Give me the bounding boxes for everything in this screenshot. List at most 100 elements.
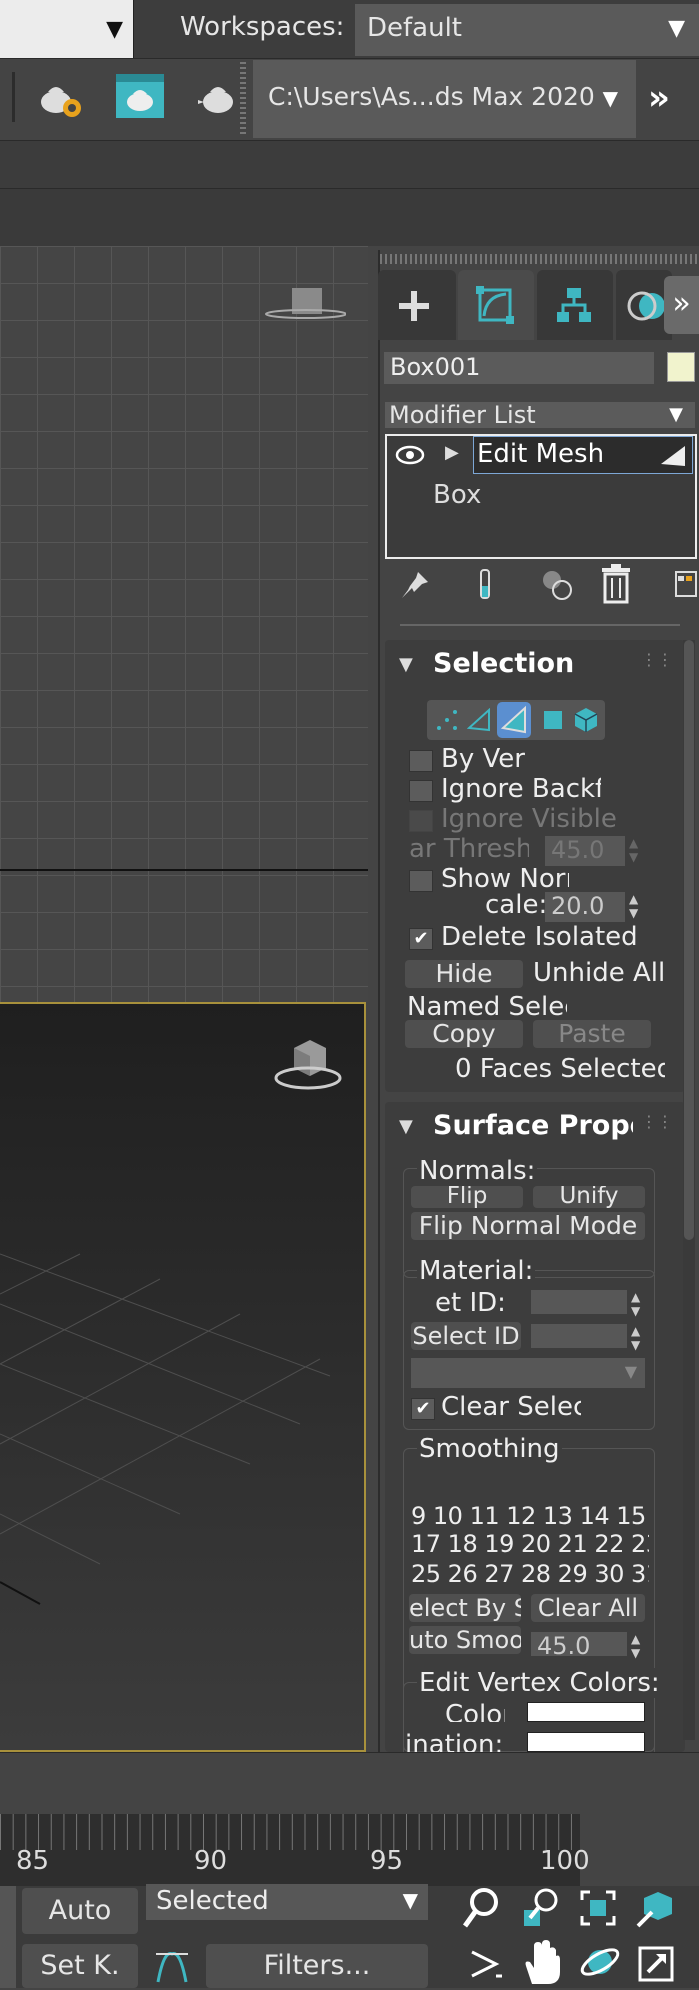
maximize-viewport-icon[interactable] [636, 1944, 676, 1984]
zoom-all-icon[interactable] [522, 1886, 562, 1930]
unhide-all-button[interactable]: Unhide All [533, 958, 683, 988]
spinner-arrows-icon[interactable]: ▲ ▼ [631, 1290, 640, 1318]
pin-stack-icon[interactable] [400, 570, 430, 600]
left-dropdown[interactable]: ▼ [0, 0, 134, 58]
grip-icon[interactable]: ⋮⋮ [641, 650, 673, 669]
workspaces-label: Workspaces: [180, 12, 345, 42]
chevron-down-icon: ▼ [624, 1362, 637, 1381]
element-icon[interactable] [573, 706, 599, 734]
surface-properties-rollout: ▼ Surface Proper ⋮⋮ Normals: Flip Unify … [385, 1102, 685, 1758]
by-vertex-label: By Ver [441, 744, 525, 774]
toolbar-separator [12, 72, 15, 122]
toolbar-grip[interactable] [240, 62, 246, 136]
material-name-dropdown[interactable]: ▼ [411, 1358, 645, 1388]
edge-icon[interactable] [466, 707, 491, 732]
expand-arrow-icon[interactable]: ▶ [445, 442, 459, 463]
smoothing-label: Smoothing [417, 1434, 562, 1464]
render-production-icon[interactable] [196, 76, 236, 122]
dropdown-arrow-icon: ▼ [106, 17, 123, 42]
viewport-perspective[interactable] [0, 1002, 366, 1752]
toolbar-overflow-button[interactable]: » [648, 78, 670, 118]
trash-icon[interactable] [600, 564, 632, 604]
tab-create[interactable] [378, 270, 456, 340]
spinner-arrows-icon[interactable]: ▲ ▼ [629, 892, 638, 920]
scrollbar-thumb[interactable] [684, 640, 694, 1240]
ignore-backfacing-checkbox[interactable] [409, 780, 433, 802]
selection-status: 0 Faces Selected [455, 1054, 665, 1080]
tab-hierarchy[interactable] [537, 270, 613, 340]
copy-button[interactable]: Copy [405, 1020, 523, 1048]
workspace-value: Default [367, 13, 462, 43]
make-unique-icon[interactable] [540, 568, 574, 602]
key-filter-select[interactable]: Selected ▼ [146, 1884, 428, 1920]
rollout-title[interactable]: Selection [433, 648, 574, 679]
key-filters-curve-icon[interactable] [154, 1946, 190, 1984]
rollout-collapse-icon[interactable]: ▼ [399, 654, 413, 675]
stack-item-edit-mesh[interactable]: ▶ Edit Mesh [387, 436, 695, 474]
field-of-view-icon[interactable] [468, 1944, 504, 1984]
grip-icon[interactable]: ⋮⋮ [641, 1112, 673, 1131]
vertex-color-swatch[interactable] [527, 1702, 645, 1722]
face-icon[interactable] [497, 702, 531, 738]
viewcube-icon[interactable] [262, 286, 347, 320]
tab-modify[interactable] [458, 270, 534, 340]
flip-normal-mode-button[interactable]: Flip Normal Mode [411, 1212, 645, 1240]
orbit-icon[interactable] [578, 1940, 622, 1984]
zoom-icon[interactable] [462, 1886, 502, 1930]
filters-button[interactable]: Filters... [206, 1944, 428, 1988]
smoothing-row[interactable]: 9 10 11 12 13 14 15 16 [411, 1502, 649, 1530]
unify-button[interactable]: Unify [533, 1186, 645, 1208]
rendered-frame-window-icon[interactable] [114, 70, 166, 122]
workspace-select[interactable]: Default ▼ [355, 4, 699, 56]
show-end-result-icon[interactable] [475, 568, 495, 602]
timeline-ticks [0, 1814, 580, 1850]
illumination-color-swatch[interactable] [527, 1732, 645, 1752]
tabs-overflow-button[interactable]: » [664, 276, 699, 334]
scale-spinner[interactable]: 20.0 [545, 892, 625, 922]
smoothing-row[interactable]: 17 18 19 20 21 22 23 24 [411, 1530, 649, 1558]
rollout-title[interactable]: Surface Proper [433, 1110, 633, 1141]
flip-button[interactable]: Flip [411, 1186, 523, 1208]
pan-hand-icon[interactable] [520, 1938, 564, 1986]
project-path-select[interactable]: C:\Users\As...ds Max 2020 ▼ [253, 60, 636, 138]
timeline-tick-label: 100 [540, 1846, 590, 1876]
spinner-arrows-icon[interactable]: ▲ ▼ [631, 1324, 640, 1352]
spinner-arrows-icon[interactable]: ▲ ▼ [631, 1632, 640, 1660]
eye-icon[interactable] [395, 444, 425, 466]
object-name-field[interactable]: Box001 [384, 352, 654, 384]
viewcube-icon[interactable] [270, 1034, 344, 1096]
chevron-down-icon: ▼ [602, 86, 618, 110]
panel-grip[interactable] [380, 254, 698, 264]
modifier-list-dropdown[interactable]: Modifier List ▼ [385, 402, 695, 428]
ignore-backfacing-label: Ignore Backfa [441, 774, 601, 804]
viewport-front[interactable] [0, 246, 368, 1002]
select-by-sg-button[interactable]: elect By S [409, 1594, 521, 1622]
key-filter-value: Selected [156, 1886, 269, 1916]
object-color-swatch[interactable] [667, 352, 695, 382]
clear-selection-checkbox[interactable]: ✔ [411, 1398, 435, 1420]
select-id-spinner[interactable] [531, 1324, 627, 1348]
smoothing-row[interactable]: 25 26 27 28 29 30 31 32 [411, 1560, 649, 1588]
auto-smooth-button[interactable]: uto Smoot [409, 1626, 521, 1654]
auto-smooth-spinner[interactable]: 45.0 [531, 1632, 627, 1660]
hide-button[interactable]: Hide [405, 960, 523, 988]
by-vertex-checkbox[interactable] [409, 750, 433, 772]
select-id-button[interactable]: Select ID [411, 1322, 521, 1350]
show-normals-checkbox[interactable] [409, 870, 433, 892]
illumination-label: ination: [405, 1730, 504, 1752]
set-key-button[interactable]: Set K. [22, 1944, 138, 1988]
timeline-tick-label: 85 [16, 1846, 50, 1876]
auto-key-button[interactable]: Auto [22, 1888, 138, 1934]
polygon-icon[interactable] [541, 708, 565, 732]
rollout-collapse-icon[interactable]: ▼ [399, 1116, 413, 1137]
status-area [0, 1752, 699, 1814]
render-setup-icon[interactable] [36, 76, 86, 122]
delete-isolated-checkbox[interactable]: ✔ [409, 928, 433, 950]
vertex-icon[interactable] [435, 708, 459, 732]
clear-all-button[interactable]: Clear All [531, 1594, 645, 1622]
zoom-extents-all-icon[interactable] [636, 1888, 676, 1928]
stack-item-box[interactable]: Box [433, 480, 481, 510]
configure-sets-icon[interactable] [674, 568, 698, 600]
set-id-spinner[interactable] [531, 1290, 627, 1314]
zoom-extents-icon[interactable] [578, 1888, 618, 1928]
